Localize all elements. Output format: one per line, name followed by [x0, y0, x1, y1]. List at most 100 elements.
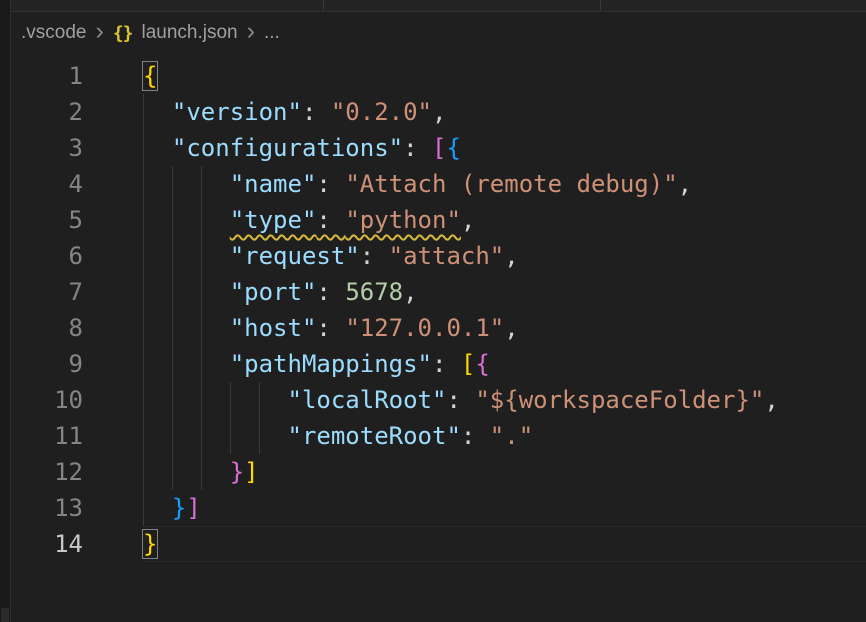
token: : — [446, 386, 475, 414]
indent-guide — [201, 382, 202, 418]
line-number[interactable]: 8 — [11, 310, 83, 346]
indent-guide — [172, 202, 173, 238]
line-number[interactable]: 10 — [11, 382, 83, 418]
line-content[interactable]: { — [143, 58, 866, 94]
line-number[interactable]: 5 — [11, 202, 83, 238]
line-content[interactable]: "localRoot": "${workspaceFolder}", — [143, 382, 866, 418]
token: { — [475, 350, 489, 378]
token: "127.0.0.1" — [345, 314, 504, 342]
token: : — [316, 170, 345, 198]
token: "remoteRoot" — [288, 422, 461, 450]
code-line[interactable]: 14} — [11, 526, 866, 562]
token: { — [446, 134, 460, 162]
line-number[interactable]: 7 — [11, 274, 83, 310]
token — [143, 170, 230, 198]
indent-guide — [201, 346, 202, 382]
code-line[interactable]: 8 "host": "127.0.0.1", — [11, 310, 866, 346]
token: : — [461, 422, 490, 450]
token: , — [678, 170, 692, 198]
token: : — [360, 242, 389, 270]
line-number[interactable]: 6 — [11, 238, 83, 274]
token: "port" — [230, 278, 317, 306]
token: "request" — [230, 242, 360, 270]
token: } — [230, 458, 244, 486]
vscode-editor-window: .vscode › {} launch.json › ... 1{2 "vers… — [0, 0, 866, 622]
token: , — [504, 242, 518, 270]
line-content[interactable]: "pathMappings": [{ — [143, 346, 866, 382]
indent-guide — [201, 166, 202, 202]
line-number[interactable]: 3 — [11, 130, 83, 166]
token: : — [403, 134, 432, 162]
json-file-icon: {} — [113, 23, 133, 44]
code-line[interactable]: 12 }] — [11, 454, 866, 490]
line-number[interactable]: 11 — [11, 418, 83, 454]
code-line[interactable]: 11 "remoteRoot": "." — [11, 418, 866, 454]
line-number[interactable]: 4 — [11, 166, 83, 202]
token — [143, 278, 230, 306]
indent-guide — [172, 418, 173, 454]
line-number[interactable]: 14 — [11, 526, 83, 562]
code-area[interactable]: 1{2 "version": "0.2.0",3 "configurations… — [11, 58, 866, 562]
indent-guide — [201, 274, 202, 310]
code-line[interactable]: 13 }] — [11, 490, 866, 526]
indent-guide — [172, 310, 173, 346]
indent-guide — [201, 454, 202, 490]
code-line[interactable]: 10 "localRoot": "${workspaceFolder}", — [11, 382, 866, 418]
token: "type" — [230, 206, 317, 234]
line-content[interactable]: }] — [143, 490, 866, 526]
indent-guide — [143, 310, 144, 346]
line-content[interactable]: "port": 5678, — [143, 274, 866, 310]
breadcrumb: .vscode › {} launch.json › ... — [11, 12, 866, 54]
indent-guide — [143, 490, 144, 526]
code-line[interactable]: 3 "configurations": [{ — [11, 130, 866, 166]
breadcrumb-file[interactable]: launch.json — [142, 22, 238, 44]
indent-guide — [201, 310, 202, 346]
line-content[interactable]: } — [143, 526, 866, 562]
token: "." — [490, 422, 533, 450]
token: "attach" — [389, 242, 505, 270]
code-line[interactable]: 9 "pathMappings": [{ — [11, 346, 866, 382]
token: , — [461, 206, 475, 234]
line-number[interactable]: 1 — [11, 58, 83, 94]
line-content[interactable]: "remoteRoot": "." — [143, 418, 866, 454]
token: "version" — [172, 98, 302, 126]
code-line[interactable]: 1{ — [11, 58, 866, 94]
line-content[interactable]: }] — [143, 454, 866, 490]
line-number[interactable]: 13 — [11, 490, 83, 526]
token: ] — [186, 494, 200, 522]
tab-bar[interactable] — [11, 0, 866, 12]
line-number[interactable]: 2 — [11, 94, 83, 130]
token — [143, 134, 172, 162]
code-line[interactable]: 2 "version": "0.2.0", — [11, 94, 866, 130]
line-content[interactable]: "configurations": [{ — [143, 130, 866, 166]
editor-group-left-border — [0, 0, 11, 622]
token: : — [316, 314, 345, 342]
line-number[interactable]: 9 — [11, 346, 83, 382]
left-scrollbar-thumb[interactable] — [1, 608, 9, 622]
code-line[interactable]: 5 "type": "python", — [11, 202, 866, 238]
line-content[interactable]: "request": "attach", — [143, 238, 866, 274]
code-line[interactable]: 6 "request": "attach", — [11, 238, 866, 274]
indent-guide — [201, 202, 202, 238]
line-content[interactable]: "version": "0.2.0", — [143, 94, 866, 130]
indent-guide — [143, 202, 144, 238]
line-content[interactable]: "name": "Attach (remote debug)", — [143, 166, 866, 202]
line-content[interactable]: "type": "python", — [143, 202, 866, 238]
code-line[interactable]: 4 "name": "Attach (remote debug)", — [11, 166, 866, 202]
breadcrumb-symbol-ellipsis[interactable]: ... — [264, 22, 280, 44]
indent-guide — [201, 418, 202, 454]
token — [143, 386, 288, 414]
code-line[interactable]: 7 "port": 5678, — [11, 274, 866, 310]
breadcrumb-folder[interactable]: .vscode — [21, 22, 86, 44]
indent-guide — [259, 418, 260, 454]
line-number[interactable]: 12 — [11, 454, 83, 490]
token — [143, 242, 230, 270]
line-content[interactable]: "host": "127.0.0.1", — [143, 310, 866, 346]
token: "name" — [230, 170, 317, 198]
token — [143, 458, 230, 486]
token: : — [316, 206, 345, 234]
token: , — [403, 278, 417, 306]
matched-bracket: } — [143, 530, 157, 558]
token: "${workspaceFolder}" — [475, 386, 764, 414]
token: "configurations" — [172, 134, 403, 162]
